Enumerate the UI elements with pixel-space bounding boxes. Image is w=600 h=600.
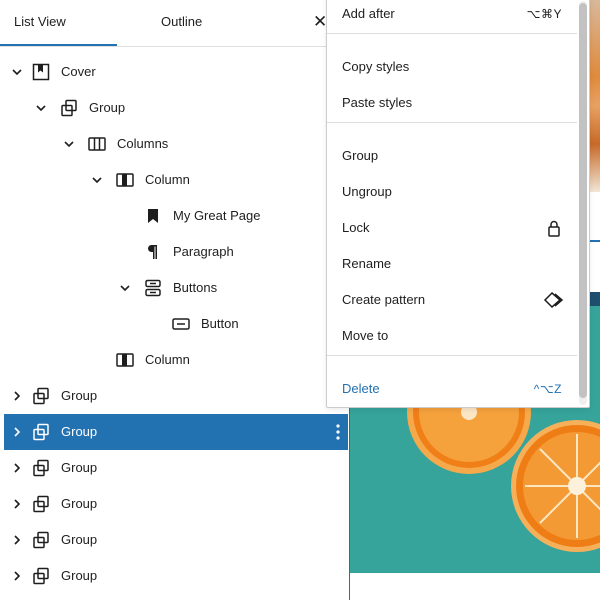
tree-row-group[interactable]: Group (0, 378, 349, 414)
tab-list-view[interactable]: List View (0, 0, 117, 46)
group-icon (31, 422, 51, 442)
group-icon (59, 98, 79, 118)
tree-row-label: Group (61, 568, 98, 583)
tree-row-label: Columns (117, 136, 169, 151)
tree-row-column[interactable]: Column (0, 342, 349, 378)
tree-row-label: Group (61, 460, 98, 475)
panel-tabs: List View Outline ✕ (0, 0, 349, 47)
menu-divider (327, 122, 577, 123)
tree-row-button[interactable]: Button (0, 306, 349, 342)
menu-create-pattern[interactable]: Create pattern (327, 285, 577, 315)
menu-group-label: Group (342, 148, 379, 163)
menu-lock[interactable]: Lock (327, 213, 577, 243)
chevron-right-icon[interactable] (10, 533, 24, 547)
lock-icon (543, 217, 565, 239)
menu-add-after-label: Add after (342, 6, 395, 21)
tree-row-label: Paragraph (173, 244, 234, 259)
tree-row-label: Group (61, 496, 98, 511)
menu-rename[interactable]: Rename (327, 249, 577, 279)
tree-row-columns[interactable]: Columns (0, 126, 349, 162)
chevron-down-icon[interactable] (34, 101, 48, 115)
tree-row-label: Group (89, 100, 126, 115)
menu-rename-label: Rename (342, 256, 392, 271)
group-icon (31, 494, 51, 514)
tree-row-paragraph[interactable]: Paragraph (0, 234, 349, 270)
chevron-right-icon[interactable] (10, 425, 24, 439)
tree-row-cover[interactable]: Cover (0, 54, 349, 90)
tree-row-label: Group (61, 424, 98, 439)
menu-paste-styles-label: Paste styles (342, 95, 413, 110)
tree-row-label: Buttons (173, 280, 218, 295)
tree-row-group[interactable]: Group (0, 486, 349, 522)
menu-paste-styles[interactable]: Paste styles (327, 88, 577, 118)
tree-row-buttons[interactable]: Buttons (0, 270, 349, 306)
tree-row-label: Column (145, 172, 190, 187)
column-icon (115, 350, 135, 370)
menu-add-after[interactable]: Add after ⌥⌘Y (327, 0, 577, 29)
chevron-down-icon[interactable] (62, 137, 76, 151)
chevron-right-icon[interactable] (10, 389, 24, 403)
menu-delete[interactable]: Delete ^⌥Z (327, 374, 577, 404)
tree-row-label: Button (201, 316, 239, 331)
tree-row-label: Cover (61, 64, 96, 79)
tree-row-label: Column (145, 352, 190, 367)
menu-copy-styles-label: Copy styles (342, 59, 410, 74)
menu-group[interactable]: Group (327, 141, 577, 171)
menu-scrollbar-thumb[interactable] (579, 3, 587, 398)
tab-outline[interactable]: Outline (147, 0, 216, 46)
chevron-right-icon[interactable] (10, 569, 24, 583)
menu-add-after-shortcut: ⌥⌘Y (526, 7, 562, 21)
menu-ungroup[interactable]: Ungroup (327, 177, 577, 207)
columns-icon (87, 134, 107, 154)
menu-lock-label: Lock (342, 220, 370, 235)
group-icon (31, 530, 51, 550)
menu-ungroup-label: Ungroup (342, 184, 392, 199)
menu-divider (327, 355, 577, 356)
chevron-down-icon[interactable] (10, 65, 24, 79)
chevron-down-icon[interactable] (90, 173, 104, 187)
tree-row-group[interactable]: Group (0, 522, 349, 558)
tree-row-group[interactable]: Group (0, 90, 349, 126)
menu-create-pattern-label: Create pattern (342, 292, 426, 307)
tree-row-my-great-page[interactable]: My Great Page (0, 198, 349, 234)
tree-row-group[interactable]: Group (4, 414, 348, 450)
menu-copy-styles[interactable]: Copy styles (327, 52, 577, 82)
menu-move-to[interactable]: Move to (327, 321, 577, 351)
menu-delete-shortcut: ^⌥Z (533, 382, 562, 396)
menu-divider (327, 33, 577, 34)
tree-row-group[interactable]: Group (0, 558, 349, 594)
paragraph-icon (143, 242, 163, 262)
list-view-panel: List View Outline ✕ Cover Group Columns Col… (0, 0, 349, 600)
more-options-icon[interactable] (334, 422, 342, 442)
diamond-icon (543, 289, 565, 311)
cover-icon (31, 62, 51, 82)
chevron-down-icon[interactable] (118, 281, 132, 295)
group-icon (31, 386, 51, 406)
group-icon (31, 566, 51, 586)
tree-row-label: Group (61, 532, 98, 547)
menu-move-to-label: Move to (342, 328, 389, 343)
tree-row-group[interactable]: Group (0, 450, 349, 486)
button-icon (171, 314, 191, 334)
chevron-right-icon[interactable] (10, 461, 24, 475)
tree-row-label: My Great Page (173, 208, 261, 223)
block-options-menu: Add after ⌥⌘Y Copy styles Paste styles G… (326, 0, 590, 408)
buttons-icon (143, 278, 163, 298)
tree-row-column[interactable]: Column (0, 162, 349, 198)
chevron-right-icon[interactable] (10, 497, 24, 511)
bookmark-icon (143, 206, 163, 226)
group-icon (31, 458, 51, 478)
tree-row-label: Group (61, 388, 98, 403)
column-icon (115, 170, 135, 190)
menu-delete-label: Delete (342, 381, 380, 396)
